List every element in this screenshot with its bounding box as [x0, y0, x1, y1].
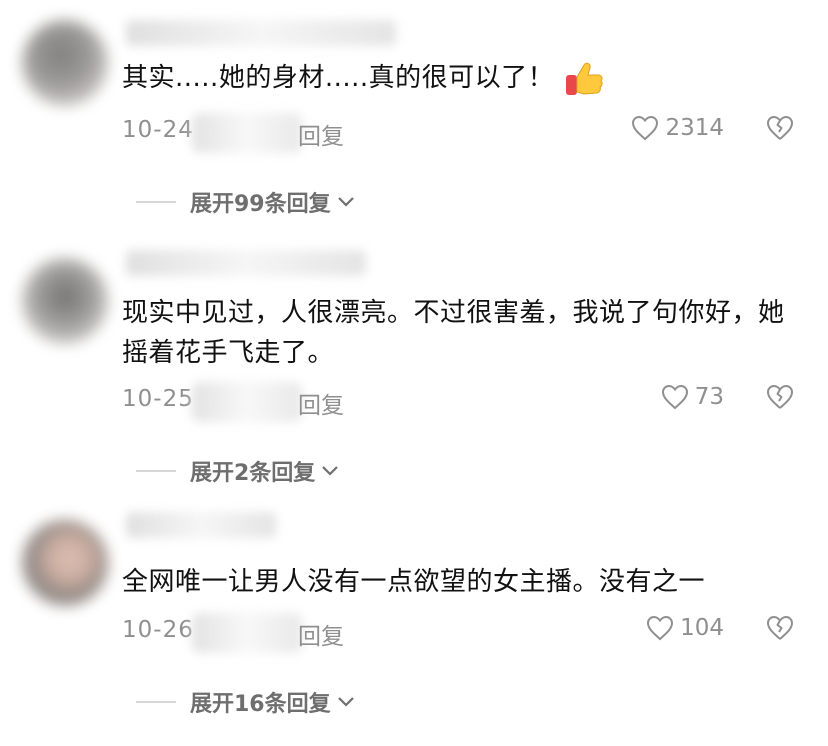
username-blurred[interactable]: [126, 512, 276, 538]
chevron-down-icon: [337, 697, 354, 707]
avatar[interactable]: [22, 520, 108, 606]
reply-button[interactable]: 回复: [298, 386, 344, 420]
heart-outline-icon: [632, 115, 659, 141]
reply-button[interactable]: 回复: [298, 117, 344, 151]
comment-text: 其实.....她的身材.....真的很可以了！: [122, 58, 788, 98]
comment-meta: 10-24 回复 2314: [122, 113, 798, 153]
comment-meta: 10-25 回复 73: [122, 382, 798, 422]
comment-date: 10-24: [122, 117, 194, 143]
heart-outline-icon: [647, 615, 674, 641]
like-count: 73: [694, 384, 724, 410]
expand-replies-button[interactable]: 展开99条回复: [136, 186, 355, 218]
dislike-button[interactable]: [766, 384, 794, 416]
avatar[interactable]: [22, 20, 108, 106]
comment-text: 全网唯一让男人没有一点欲望的女主播。没有之一: [122, 562, 788, 602]
dislike-button[interactable]: [766, 115, 794, 147]
comment-text-content: 其实.....她的身材.....真的很可以了！: [122, 63, 555, 93]
divider-line: [136, 701, 176, 703]
expand-replies-button[interactable]: 展开16条回复: [136, 686, 355, 718]
chevron-down-icon: [322, 466, 339, 476]
divider-line: [136, 470, 176, 472]
like-button[interactable]: 2314: [631, 115, 724, 141]
like-button[interactable]: 73: [661, 384, 724, 410]
comment-text-content: 全网唯一让男人没有一点欲望的女主播。没有之一: [122, 567, 706, 597]
comment-text: 现实中见过，人很漂亮。不过很害羞，我说了句你好，她摇着花手飞走了。: [122, 293, 788, 373]
chevron-down-icon: [337, 197, 354, 207]
heart-outline-icon: [661, 384, 688, 410]
like-count: 104: [680, 615, 724, 641]
username-blurred[interactable]: [126, 20, 396, 46]
avatar[interactable]: [22, 258, 108, 344]
reply-button[interactable]: 回复: [298, 617, 344, 651]
expand-replies-label: 展开2条回复: [190, 461, 316, 486]
expand-replies-label: 展开99条回复: [190, 192, 331, 217]
like-button[interactable]: 104: [646, 615, 724, 641]
divider-line: [136, 201, 176, 203]
comment-date: 10-26: [122, 617, 194, 643]
location-blurred: [192, 382, 302, 422]
location-blurred: [192, 613, 302, 653]
comment-text-content: 现实中见过，人很漂亮。不过很害羞，我说了句你好，她摇着花手飞走了。: [122, 298, 785, 368]
comment-date: 10-25: [122, 386, 194, 412]
broken-heart-icon: [767, 385, 793, 409]
broken-heart-icon: [767, 116, 793, 140]
username-blurred[interactable]: [126, 250, 366, 276]
location-blurred: [192, 113, 302, 153]
comment-meta: 10-26 回复 104: [122, 613, 798, 653]
dislike-button[interactable]: [766, 615, 794, 647]
expand-replies-button[interactable]: 展开2条回复: [136, 455, 339, 487]
broken-heart-icon: [767, 616, 793, 640]
expand-replies-label: 展开16条回复: [190, 692, 331, 717]
like-count: 2314: [665, 115, 724, 141]
thumbs-up-emoji-icon: [564, 61, 604, 97]
